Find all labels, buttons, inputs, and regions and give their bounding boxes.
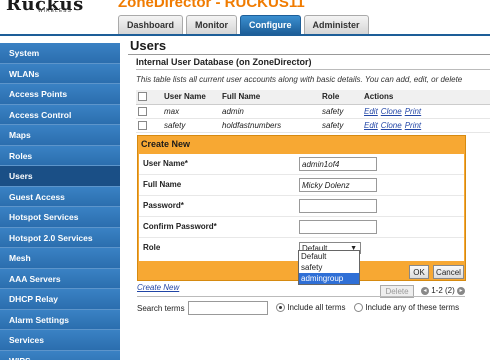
pager-range: 1-2 (2) — [431, 286, 455, 295]
row-select-cell — [136, 118, 162, 133]
create-new-link[interactable]: Create New — [137, 283, 179, 292]
row-checkbox[interactable] — [138, 106, 147, 116]
cancel-button[interactable]: Cancel — [433, 265, 464, 279]
cell-actions: Edit Clone Print — [362, 118, 490, 133]
cell-role: safety — [320, 118, 362, 133]
row-checkbox[interactable] — [138, 120, 147, 130]
table-header-row: User Name Full Name Role Actions — [136, 90, 490, 105]
page-title: Users — [130, 38, 167, 53]
select-all-cell — [136, 90, 162, 105]
title-divider — [128, 54, 490, 55]
sidebar-item-guest-access[interactable]: Guest Access — [0, 186, 120, 207]
cell-user-name: max — [162, 104, 220, 119]
section-title: Internal User Database (on ZoneDirector) — [136, 57, 312, 67]
section-description: This table lists all current user accoun… — [136, 75, 463, 84]
product-title: ZoneDirector - RUCKUS11 — [118, 0, 305, 11]
col-user-name[interactable]: User Name — [162, 90, 220, 105]
sidebar-item-wlans[interactable]: WLANs — [0, 63, 120, 84]
edit-link[interactable]: Edit — [364, 121, 378, 130]
tab-configure[interactable]: Configure — [240, 15, 301, 34]
sidebar-item-system[interactable]: System — [0, 43, 120, 64]
role-option-default[interactable]: Default — [299, 251, 359, 262]
ok-button[interactable]: OK — [409, 265, 429, 279]
app-header: Ruckus WIRELESS ZoneDirector - RUCKUS11 … — [0, 0, 490, 34]
sidebar-item-access-points[interactable]: Access Points — [0, 84, 120, 105]
include-all-terms-option[interactable]: Include all terms — [276, 303, 346, 313]
bottom-divider — [137, 296, 465, 297]
radio-any-icon[interactable] — [354, 303, 363, 313]
logo-subtitle: WIRELESS — [38, 8, 72, 14]
sidebar-nav: System WLANs Access Points Access Contro… — [0, 43, 120, 360]
username-field[interactable] — [299, 157, 377, 171]
create-user-form: User Name* Full Name Password* Confirm P… — [139, 154, 464, 261]
sidebar-item-hotspot-2-services[interactable]: Hotspot 2.0 Services — [0, 227, 120, 248]
sidebar-item-maps[interactable]: Maps — [0, 125, 120, 146]
password-label: Password* — [143, 201, 184, 210]
clone-link[interactable]: Clone — [381, 107, 402, 116]
main-tabs: Dashboard Monitor Configure Administer — [118, 15, 369, 34]
password-field[interactable] — [299, 199, 377, 213]
cell-role: safety — [320, 104, 362, 119]
include-any-terms-label: Include any of these terms — [365, 303, 460, 312]
cell-full-name: admin — [220, 104, 320, 119]
tab-monitor[interactable]: Monitor — [186, 15, 238, 34]
radio-all-icon[interactable] — [276, 303, 285, 313]
row-select-cell — [136, 104, 162, 119]
search-input[interactable] — [188, 301, 268, 315]
include-any-terms-option[interactable]: Include any of these terms — [354, 303, 460, 313]
sidebar-item-access-control[interactable]: Access Control — [0, 104, 120, 125]
print-link[interactable]: Print — [405, 107, 421, 116]
fullname-label: Full Name — [143, 180, 182, 189]
username-row: User Name* — [139, 154, 464, 175]
role-option-admingroup[interactable]: admingroup — [299, 273, 359, 284]
section-divider — [136, 69, 490, 70]
tab-administer[interactable]: Administer — [303, 15, 369, 34]
fullname-row: Full Name — [139, 175, 464, 196]
sidebar-item-users[interactable]: Users — [0, 166, 120, 187]
sidebar-item-dhcp-relay[interactable]: DHCP Relay — [0, 289, 120, 310]
col-actions: Actions — [362, 90, 490, 105]
cell-user-name: safety — [162, 118, 220, 133]
col-role[interactable]: Role — [320, 90, 362, 105]
role-dropdown-list: Default safety admingroup — [298, 250, 360, 285]
fullname-field[interactable] — [299, 178, 377, 192]
sidebar-item-wips[interactable]: WIPS — [0, 350, 120, 360]
confirm-password-label: Confirm Password* — [143, 222, 217, 231]
cell-full-name: holdfastnumbers — [220, 118, 320, 133]
next-page-icon[interactable]: ▸ — [457, 286, 466, 295]
include-all-terms-label: Include all terms — [287, 303, 346, 312]
edit-link[interactable]: Edit — [364, 107, 378, 116]
password-row: Password* — [139, 196, 464, 217]
print-link[interactable]: Print — [405, 121, 421, 130]
confirm-password-row: Confirm Password* — [139, 217, 464, 238]
search-label: Search terms — [137, 304, 185, 313]
pager: ◂ 1-2 (2) ▸ — [421, 286, 466, 295]
sidebar-item-hotspot-services[interactable]: Hotspot Services — [0, 207, 120, 228]
username-label: User Name* — [143, 159, 188, 168]
role-label: Role — [143, 243, 161, 252]
table-row: safety holdfastnumbers safety Edit Clone P… — [136, 118, 490, 133]
select-all-checkbox[interactable] — [138, 92, 147, 102]
sidebar-item-roles[interactable]: Roles — [0, 145, 120, 166]
prev-page-icon[interactable]: ◂ — [421, 286, 429, 295]
role-option-safety[interactable]: safety — [299, 262, 359, 273]
sidebar-item-alarm-settings[interactable]: Alarm Settings — [0, 309, 120, 330]
sidebar-item-mesh[interactable]: Mesh — [0, 248, 120, 269]
sidebar-item-services[interactable]: Services — [0, 330, 120, 351]
create-new-title: Create New — [141, 139, 191, 149]
confirm-password-field[interactable] — [299, 220, 377, 234]
col-full-name[interactable]: Full Name — [220, 90, 320, 105]
cell-actions: Edit Clone Print — [362, 104, 490, 119]
users-table: User Name Full Name Role Actions max adm… — [136, 90, 490, 133]
table-row: max admin safety Edit Clone Print — [136, 104, 490, 119]
clone-link[interactable]: Clone — [381, 121, 402, 130]
header-divider — [0, 34, 490, 36]
sidebar-item-aaa-servers[interactable]: AAA Servers — [0, 268, 120, 289]
tab-dashboard[interactable]: Dashboard — [118, 15, 184, 34]
